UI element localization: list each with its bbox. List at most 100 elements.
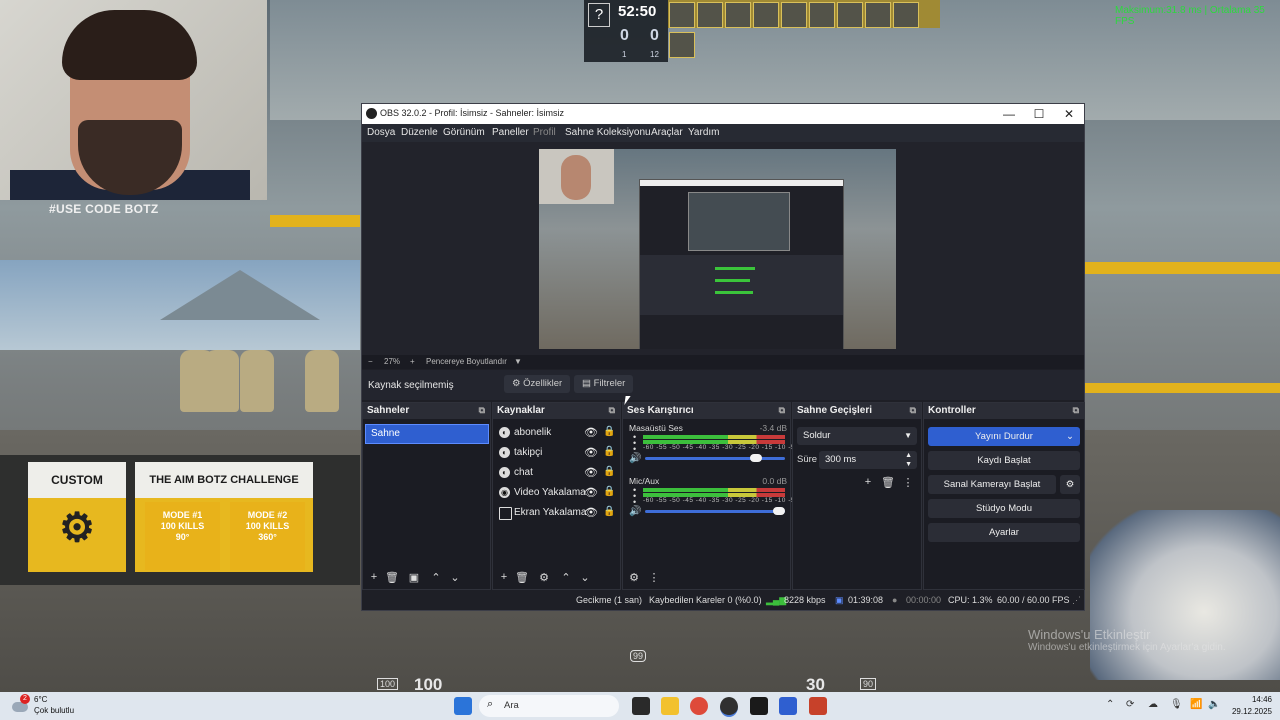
task-view-icon[interactable]: [632, 697, 650, 715]
source-item[interactable]: ◐ chat 👁 🔒: [499, 464, 619, 484]
zoom-dropdown-icon[interactable]: ▼: [514, 357, 522, 366]
browser-icon: ◐: [499, 447, 510, 458]
taskbar-search[interactable]: ⌕ Ara: [479, 695, 619, 717]
menu-docks[interactable]: Paneller: [492, 127, 529, 138]
properties-button[interactable]: ⚙ Özellikler: [504, 375, 571, 393]
preview-area[interactable]: [362, 142, 1084, 355]
move-up-button[interactable]: ⌃: [429, 571, 443, 584]
remove-transition-button[interactable]: 🗑: [881, 476, 895, 489]
lock-icon[interactable]: 🔒: [603, 506, 615, 517]
chrome-icon[interactable]: [690, 697, 708, 715]
menu-tools[interactable]: Araçlar: [651, 127, 683, 138]
advanced-audio-button[interactable]: ⚙: [627, 571, 641, 584]
zoom-in-button[interactable]: +: [410, 357, 415, 366]
speaker-icon[interactable]: 🔊: [629, 453, 641, 464]
move-down-button[interactable]: ⌄: [578, 571, 592, 584]
lock-icon[interactable]: 🔒: [603, 426, 615, 437]
visibility-icon[interactable]: 👁: [584, 426, 598, 439]
wifi-icon[interactable]: 📶: [1190, 699, 1202, 710]
lock-icon[interactable]: 🔒: [603, 466, 615, 477]
lock-icon[interactable]: 🔒: [603, 486, 615, 497]
channel-menu-icon[interactable]: • • •: [633, 433, 636, 454]
tray-overflow-icon[interactable]: ⌃: [1106, 699, 1114, 710]
lock-icon[interactable]: 🔒: [603, 446, 615, 457]
undock-icon[interactable]: ⧉: [779, 405, 785, 416]
volume-knob[interactable]: [750, 454, 762, 462]
volume-icon[interactable]: 🔈: [1208, 699, 1220, 710]
menu-file[interactable]: Dosya: [367, 127, 395, 138]
settings-button[interactable]: Ayarlar: [928, 523, 1080, 542]
menu-edit[interactable]: Düzenle: [401, 127, 438, 138]
stop-stream-button[interactable]: Yayını Durdur ⌄: [928, 427, 1080, 446]
zoom-out-button[interactable]: −: [368, 357, 373, 366]
mixer-menu-icon[interactable]: ⋮: [647, 571, 661, 584]
close-button[interactable]: ✕: [1054, 104, 1084, 124]
remove-source-button[interactable]: 🗑: [515, 571, 529, 584]
file-explorer-icon[interactable]: [661, 697, 679, 715]
obs-titlebar[interactable]: OBS 32.0.2 - Profil: İsimsiz - Sahneler:…: [362, 104, 1084, 124]
volume-knob[interactable]: [773, 507, 785, 515]
app-icon[interactable]: [779, 697, 797, 715]
virtual-camera-settings-button[interactable]: ⚙: [1060, 475, 1080, 494]
undock-icon[interactable]: ⧉: [1073, 405, 1079, 416]
fit-to-window[interactable]: Pencereye Boyutlandır: [426, 357, 507, 366]
undock-icon[interactable]: ⧉: [479, 405, 485, 416]
hud-reserve: 90: [860, 678, 877, 690]
menu-view[interactable]: Görünüm: [443, 127, 485, 138]
transition-menu-icon[interactable]: ⋮: [901, 476, 915, 489]
scene-item[interactable]: Sahne: [365, 424, 489, 444]
virtual-camera-button[interactable]: Sanal Kamerayı Başlat: [928, 475, 1056, 494]
move-up-button[interactable]: ⌃: [559, 571, 573, 584]
maximize-button[interactable]: ☐: [1024, 104, 1054, 124]
scenes-dock-title: Sahneler ⧉: [363, 403, 490, 419]
visibility-icon[interactable]: 👁: [584, 446, 598, 459]
hud-armor: 99: [630, 650, 647, 662]
scene-filters-button[interactable]: ▣: [407, 571, 421, 584]
source-item[interactable]: ◐ abonelik 👁 🔒: [499, 424, 619, 444]
filters-button[interactable]: ▤ Filtreler: [574, 375, 634, 393]
spinner-icon[interactable]: ▲ ▼: [905, 451, 912, 469]
volume-slider[interactable]: [645, 454, 785, 462]
speaker-icon[interactable]: 🔊: [629, 506, 641, 517]
windows-start-icon[interactable]: [454, 697, 472, 715]
visibility-icon[interactable]: 👁: [584, 506, 598, 519]
cs2-icon[interactable]: [809, 697, 827, 715]
tray-cloud-icon[interactable]: ☁: [1148, 699, 1158, 710]
resize-grip-icon[interactable]: ⋰: [1072, 595, 1081, 606]
start-recording-button[interactable]: Kaydı Başlat: [928, 451, 1080, 470]
duration-input[interactable]: 300 ms ▲ ▼: [819, 451, 917, 469]
add-scene-button[interactable]: +: [367, 571, 381, 583]
watermark-line1: Windows'u Etkinleştir: [1028, 627, 1151, 642]
add-transition-button[interactable]: +: [861, 476, 875, 488]
studio-mode-button[interactable]: Stüdyo Modu: [928, 499, 1080, 518]
visibility-icon[interactable]: 👁: [584, 466, 598, 479]
volume-slider[interactable]: [645, 507, 785, 515]
hud-score-ct: 0: [620, 27, 629, 44]
clock[interactable]: 14:46 29.12.2025: [1222, 694, 1272, 718]
source-properties-button[interactable]: ⚙: [537, 571, 551, 584]
channel-menu-icon[interactable]: • • •: [633, 486, 636, 507]
transition-select[interactable]: Soldur ▼: [797, 427, 917, 445]
minimize-button[interactable]: —: [994, 104, 1024, 124]
chevron-down-icon[interactable]: ⌄: [1066, 427, 1074, 446]
mixer-dock-title: Ses Karıştırıcı ⧉: [623, 403, 790, 419]
menu-scene-collection[interactable]: Sahne Koleksiyonu: [565, 127, 651, 138]
stream-preview[interactable]: [539, 149, 896, 349]
undock-icon[interactable]: ⧉: [910, 405, 916, 416]
obs-taskbar-icon[interactable]: [720, 697, 738, 717]
add-source-button[interactable]: +: [497, 571, 511, 583]
weather-widget[interactable]: 2 6°C Çok bulutlu: [12, 694, 92, 718]
remove-scene-button[interactable]: 🗑: [385, 571, 399, 584]
source-item[interactable]: ◉ Video Yakalama 👁 🔒: [499, 484, 619, 504]
undock-icon[interactable]: ⧉: [609, 405, 615, 416]
game-launcher-icon[interactable]: [750, 697, 768, 715]
menu-profile[interactable]: Profil: [533, 127, 556, 138]
menu-help[interactable]: Yardım: [688, 127, 720, 138]
bot-soldier: [240, 350, 274, 412]
source-item[interactable]: ◐ takipçi 👁 🔒: [499, 444, 619, 464]
tray-app-icon[interactable]: ⟳: [1126, 699, 1134, 710]
microphone-icon[interactable]: 🎙: [1170, 699, 1183, 710]
source-item[interactable]: Ekran Yakalama 👁 🔒: [499, 504, 619, 524]
visibility-icon[interactable]: 👁: [584, 486, 598, 499]
move-down-button[interactable]: ⌄: [448, 571, 462, 584]
